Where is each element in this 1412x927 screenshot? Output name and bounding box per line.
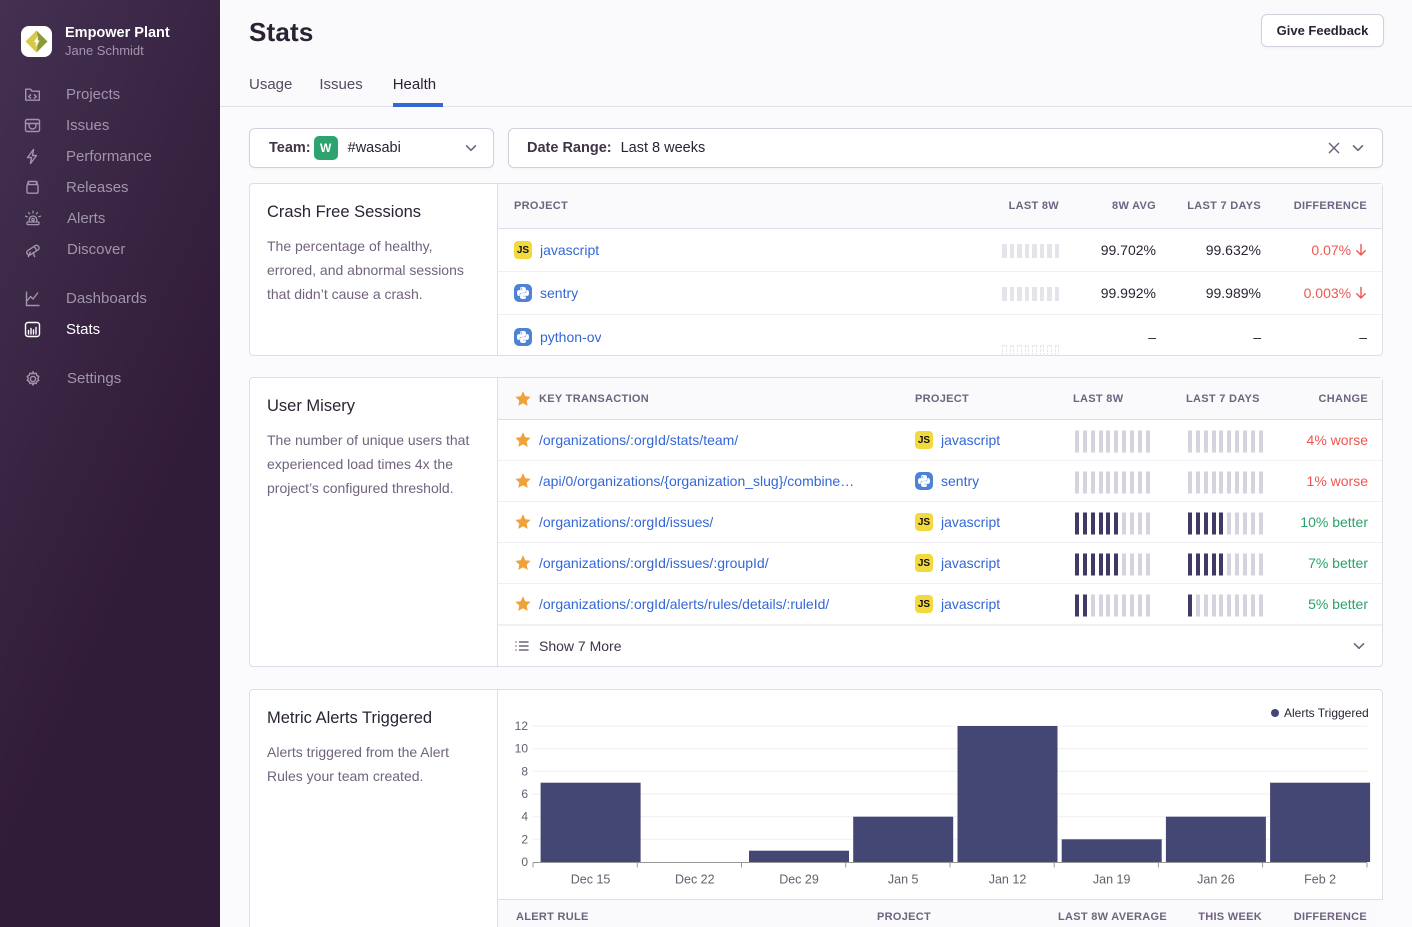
svg-text:2: 2 [521, 832, 528, 846]
svg-text:12: 12 [515, 719, 529, 733]
svg-text:Dec 15: Dec 15 [571, 873, 611, 887]
svg-text:Jan 19: Jan 19 [1093, 873, 1131, 887]
svg-text:0: 0 [521, 855, 528, 869]
svg-text:Dec 22: Dec 22 [675, 873, 715, 887]
svg-text:Dec 29: Dec 29 [779, 873, 819, 887]
svg-text:6: 6 [521, 787, 528, 801]
svg-text:Alerts Triggered: Alerts Triggered [1284, 706, 1369, 720]
svg-text:4: 4 [521, 810, 528, 824]
svg-text:8: 8 [521, 764, 528, 778]
svg-text:Jan 5: Jan 5 [888, 873, 919, 887]
svg-text:Jan 12: Jan 12 [989, 873, 1027, 887]
svg-text:10: 10 [515, 742, 529, 756]
svg-text:Jan 26: Jan 26 [1197, 873, 1235, 887]
svg-text:Feb 2: Feb 2 [1304, 873, 1336, 887]
